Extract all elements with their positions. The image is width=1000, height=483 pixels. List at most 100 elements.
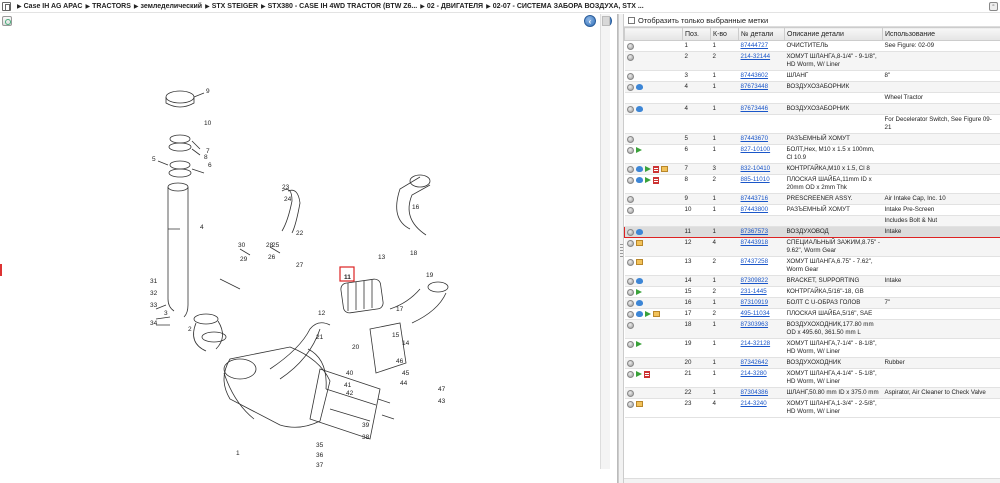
callout-label[interactable]: 11 [344, 274, 351, 281]
info-icon[interactable] [626, 72, 634, 80]
table-row[interactable]: 9 1 87443716 PRESCREENER ASSY. Air Intake Ca… [624, 193, 1000, 205]
info-icon[interactable] [626, 288, 634, 296]
table-row[interactable]: 13 2 87437258 ХОМУТ ШЛАНГА,6.75" - 7.62", W… [624, 256, 1000, 276]
go-to-icon[interactable] [635, 289, 642, 295]
part-number-link[interactable]: 87304386 [741, 389, 769, 396]
header-description[interactable]: Описание детали [784, 27, 883, 41]
breadcrumb-item[interactable]: 02-07 - СИСТЕМА ЗАБОРА ВОЗДУХА, STX ... [493, 3, 644, 10]
part-number-link[interactable]: 87444727 [741, 42, 769, 49]
table-row[interactable]: 18 1 87303963 ВОЗДУХОХОДНИК,177.80 mm OD x … [624, 319, 1000, 339]
part-number-link[interactable]: 87310919 [741, 299, 769, 306]
go-to-icon[interactable] [635, 371, 642, 377]
info-icon[interactable] [626, 239, 634, 247]
go-to-icon[interactable] [635, 147, 642, 153]
diagram-scrollbar[interactable] [600, 14, 610, 469]
part-number-link[interactable]: 827-10100 [741, 146, 771, 153]
info-icon[interactable] [626, 206, 634, 214]
part-number-link[interactable]: 87443918 [741, 239, 769, 246]
info-icon[interactable] [626, 340, 634, 348]
part-number-link[interactable]: 87303963 [741, 321, 769, 328]
header-usage[interactable]: Использование [882, 27, 1000, 41]
info-icon[interactable] [626, 83, 634, 91]
header-qty[interactable]: К-во [710, 27, 739, 41]
parts-list-icon[interactable] [643, 370, 650, 378]
part-number-link[interactable]: 87443800 [741, 206, 769, 213]
home-icon[interactable] [2, 1, 11, 11]
breadcrumb-item[interactable]: Case IH AG APAC [24, 3, 83, 10]
splitter-grip-icon[interactable] [620, 244, 623, 258]
table-row[interactable]: 1 1 87444727 ОЧИСТИТЕЛЬ See Figure: 02-09 [624, 40, 1000, 52]
info-icon[interactable] [626, 370, 634, 378]
cross-reference-icon[interactable] [636, 229, 643, 235]
table-row[interactable]: 23 4 214-3240 ХОМУТ ШЛАНГА,1-3/4" - 2-5/8",… [624, 398, 1000, 418]
table-row[interactable]: 11 1 87367573 ВОЗДУХОВОД Intake [624, 226, 1000, 238]
package-icon[interactable] [652, 311, 660, 317]
part-number-link[interactable]: 231-1445 [741, 288, 767, 295]
info-icon[interactable] [626, 165, 634, 173]
info-icon[interactable] [626, 53, 634, 61]
table-row[interactable]: 4 1 87673446 ВОЗДУХОЗАБОРНИК [624, 103, 1000, 115]
part-number-link[interactable]: 87443602 [741, 72, 769, 79]
parts-list-icon[interactable] [652, 176, 659, 184]
info-icon[interactable] [626, 359, 634, 367]
window-restore-icon[interactable]: ▫ [989, 2, 998, 11]
table-row[interactable]: 22 1 87304386 ШЛАНГ,50.80 mm ID x 375.0 mm A… [624, 387, 1000, 399]
table-row[interactable]: 20 1 87342642 ВОЗДУХОХОДНИК Rubber [624, 357, 1000, 369]
cross-reference-icon[interactable] [635, 311, 643, 317]
info-icon[interactable] [626, 135, 634, 143]
part-number-link[interactable]: 87342642 [741, 359, 769, 366]
header-part-no[interactable]: № детали [738, 27, 785, 41]
info-icon[interactable] [626, 310, 634, 318]
info-icon[interactable] [626, 258, 634, 266]
part-number-link[interactable]: 87437258 [741, 258, 769, 265]
breadcrumb-item[interactable]: земледелический [141, 3, 203, 10]
info-icon[interactable] [626, 105, 634, 113]
part-number-link[interactable]: 495-11034 [741, 310, 770, 317]
package-icon[interactable] [660, 166, 668, 172]
table-row[interactable]: 8 2 885-11010 ПЛОСКАЯ ШАЙБА,11mm ID x 20mm … [624, 174, 1000, 194]
go-to-icon[interactable] [644, 177, 651, 183]
cross-reference-icon[interactable] [635, 177, 643, 183]
part-number-link[interactable]: 214-3280 [741, 370, 767, 377]
table-row[interactable]: 6 1 827-10100 БОЛТ,Hex, M10 x 1.5 x 100mm, … [624, 144, 1000, 164]
table-scrollbar[interactable] [624, 478, 1000, 483]
package-icon[interactable] [635, 259, 643, 265]
info-icon[interactable] [626, 195, 634, 203]
table-row[interactable]: 3 1 87443602 ШЛАНГ 8" [624, 70, 1000, 82]
go-to-icon[interactable] [635, 341, 642, 347]
cross-reference-icon[interactable] [635, 166, 643, 172]
back-button[interactable]: ‹ [584, 15, 596, 27]
table-row[interactable]: 19 1 214-32128 ХОМУТ ШЛАНГА,7-1/4" - 8-1/8"… [624, 338, 1000, 358]
info-icon[interactable] [626, 146, 634, 154]
info-icon[interactable] [626, 277, 634, 285]
part-number-link[interactable]: 214-32128 [741, 340, 771, 347]
info-icon[interactable] [627, 228, 634, 236]
part-number-link[interactable]: 832-10410 [741, 165, 771, 172]
info-icon[interactable] [626, 176, 634, 184]
package-icon[interactable] [635, 401, 643, 407]
info-icon[interactable] [626, 389, 634, 397]
scroll-thumb[interactable] [602, 16, 610, 26]
table-row[interactable]: 10 1 87443800 РАЗЪЕМНЫЙ ХОМУТ Intake Pre-Scr… [624, 204, 1000, 216]
table-row[interactable]: 16 1 87310919 БОЛТ С U-ОБРАЗ ГОЛОВ 7" [624, 297, 1000, 309]
table-row[interactable]: 14 1 87309822 BRACKET, SUPPORTING Intake [624, 275, 1000, 287]
show-selected-checkbox[interactable] [628, 16, 635, 24]
table-row[interactable]: 21 1 214-3280 ХОМУТ ШЛАНГА,4-1/4" - 5-1/8",… [624, 368, 1000, 388]
part-number-link[interactable]: 214-32144 [741, 53, 771, 60]
breadcrumb-item[interactable]: 02 - ДВИГАТЕЛЯ [427, 3, 483, 10]
go-to-icon[interactable] [644, 166, 651, 172]
table-row[interactable]: 17 2 495-11034 ПЛОСКАЯ ШАЙБА,5/16", SAE [624, 308, 1000, 320]
cross-reference-icon[interactable] [635, 300, 643, 306]
breadcrumb-item[interactable]: TRACTORS [92, 3, 131, 10]
header-pos[interactable]: Поз. [682, 27, 711, 41]
info-icon[interactable] [626, 321, 634, 329]
table-row[interactable]: 7 3 832-10410 КОНТРГАЙКА,M10 x 1.5, Cl 8 [624, 163, 1000, 175]
parts-list-icon[interactable] [652, 165, 659, 173]
breadcrumb-item[interactable]: STX380 - CASE IH 4WD TRACTOR (BTW Z6... [268, 3, 418, 10]
cross-reference-icon[interactable] [635, 106, 643, 112]
cross-reference-icon[interactable] [635, 84, 643, 90]
part-number-link[interactable]: 87443670 [741, 135, 769, 142]
diagram-tool-icon[interactable] [2, 16, 12, 26]
go-to-icon[interactable] [644, 311, 651, 317]
package-icon[interactable] [635, 240, 643, 246]
